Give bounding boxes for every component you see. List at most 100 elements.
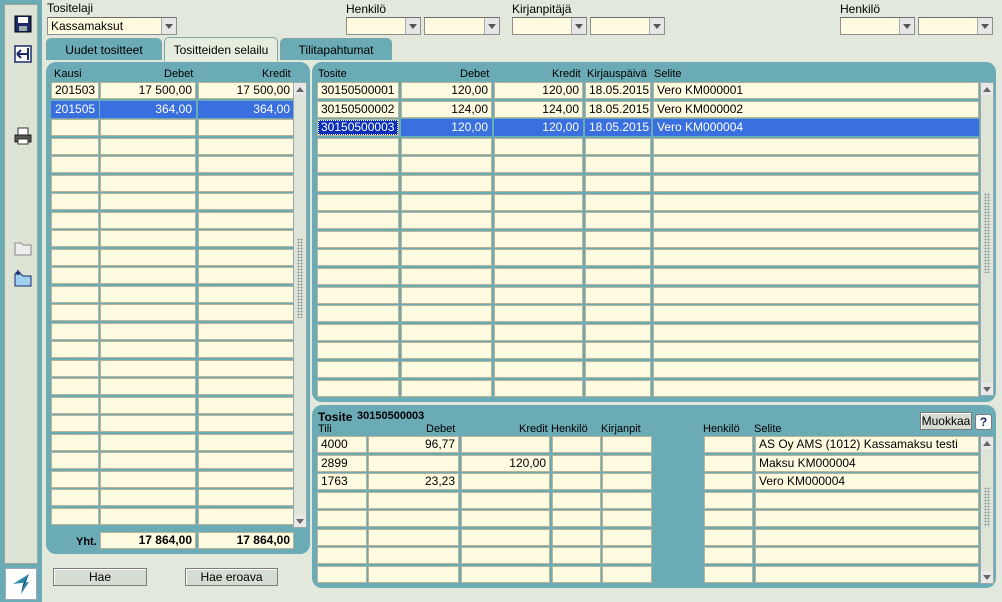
empty-cell[interactable] [100, 304, 196, 321]
empty-cell[interactable] [585, 379, 651, 397]
empty-cell[interactable] [317, 305, 399, 323]
empty-cell[interactable] [317, 286, 399, 304]
empty-cell[interactable] [401, 361, 492, 378]
empty-cell[interactable] [51, 396, 99, 414]
empty-cell[interactable] [585, 175, 651, 192]
table-cell[interactable]: 120,00 [494, 119, 583, 137]
empty-cell[interactable] [100, 452, 196, 469]
empty-cell[interactable] [585, 212, 651, 230]
empty-cell[interactable] [51, 322, 99, 340]
empty-cell[interactable] [704, 510, 753, 527]
empty-cell[interactable] [100, 507, 196, 525]
empty-cell[interactable] [51, 174, 99, 192]
table-cell[interactable]: 18.05.2015 [585, 82, 651, 99]
empty-cell[interactable] [198, 248, 294, 266]
empty-cell[interactable] [401, 379, 492, 397]
empty-cell[interactable] [51, 359, 99, 377]
empty-cell[interactable] [461, 547, 550, 564]
empty-cell[interactable] [198, 378, 294, 395]
empty-cell[interactable] [368, 491, 459, 509]
empty-cell[interactable] [100, 230, 196, 247]
henkilo-select-2[interactable] [424, 17, 500, 35]
henkilo2-select-2[interactable] [918, 17, 993, 35]
empty-cell[interactable] [198, 359, 294, 377]
empty-cell[interactable] [51, 211, 99, 229]
empty-cell[interactable] [585, 323, 651, 341]
kirjanpitaja-select-2[interactable] [590, 17, 665, 35]
empty-cell[interactable] [401, 286, 492, 304]
empty-cell[interactable] [198, 230, 294, 247]
empty-cell[interactable] [317, 342, 399, 360]
empty-cell[interactable] [100, 415, 196, 432]
table-cell[interactable]: 364,00 [100, 100, 196, 118]
empty-cell[interactable] [51, 452, 99, 469]
empty-cell[interactable] [51, 507, 99, 525]
empty-cell[interactable] [51, 248, 99, 266]
table-cell[interactable]: 1763 [317, 473, 367, 490]
empty-cell[interactable] [317, 323, 399, 341]
folder-icon[interactable] [12, 237, 34, 259]
empty-cell[interactable] [552, 491, 601, 509]
table-cell[interactable]: AS Oy AMS (1012) Kassamaksu testi [755, 436, 979, 453]
chevron-down-icon[interactable] [405, 18, 420, 34]
table-cell[interactable] [552, 473, 601, 490]
scroll-up-icon[interactable] [981, 83, 993, 95]
empty-cell[interactable] [198, 415, 294, 432]
table-cell[interactable]: 364,00 [198, 100, 294, 118]
empty-cell[interactable] [461, 510, 550, 527]
empty-cell[interactable] [461, 565, 550, 583]
empty-cell[interactable] [585, 268, 651, 285]
empty-cell[interactable] [755, 510, 979, 527]
muokkaa-button[interactable]: Muokkaa [920, 412, 972, 430]
exit-icon[interactable] [12, 43, 34, 65]
table-cell[interactable]: 120,00 [401, 82, 492, 99]
empty-cell[interactable] [198, 507, 294, 525]
empty-cell[interactable] [100, 396, 196, 414]
empty-cell[interactable] [198, 396, 294, 414]
henkilo-select-1[interactable] [346, 17, 421, 35]
empty-cell[interactable] [653, 342, 979, 360]
empty-cell[interactable] [198, 137, 294, 155]
empty-cell[interactable] [401, 305, 492, 323]
empty-cell[interactable] [602, 491, 652, 509]
empty-cell[interactable] [100, 433, 196, 451]
empty-cell[interactable] [317, 193, 399, 211]
table-cell[interactable] [461, 436, 550, 453]
empty-cell[interactable] [317, 156, 399, 174]
table-cell[interactable]: 30150500001 [317, 82, 399, 99]
empty-cell[interactable] [317, 175, 399, 192]
empty-cell[interactable] [198, 304, 294, 321]
empty-cell[interactable] [317, 137, 399, 155]
empty-cell[interactable] [704, 547, 753, 564]
empty-cell[interactable] [755, 565, 979, 583]
empty-cell[interactable] [317, 379, 399, 397]
empty-cell[interactable] [51, 433, 99, 451]
empty-cell[interactable] [51, 267, 99, 284]
table-cell[interactable] [552, 454, 601, 472]
empty-cell[interactable] [198, 211, 294, 229]
hae-eroava-button[interactable]: Hae eroava [185, 568, 278, 586]
empty-cell[interactable] [494, 230, 583, 248]
table-cell[interactable]: Vero KM000004 [653, 119, 979, 137]
empty-cell[interactable] [755, 547, 979, 564]
empty-cell[interactable] [494, 156, 583, 174]
empty-cell[interactable] [494, 342, 583, 360]
scroll-grip[interactable] [984, 487, 990, 527]
chevron-down-icon[interactable] [571, 18, 586, 34]
empty-cell[interactable] [653, 212, 979, 230]
empty-cell[interactable] [461, 491, 550, 509]
empty-cell[interactable] [100, 137, 196, 155]
empty-cell[interactable] [198, 322, 294, 340]
tositelaji-select[interactable]: Kassamaksut [47, 17, 177, 35]
empty-cell[interactable] [51, 415, 99, 432]
empty-cell[interactable] [653, 379, 979, 397]
empty-cell[interactable] [317, 565, 367, 583]
empty-cell[interactable] [100, 174, 196, 192]
empty-cell[interactable] [494, 286, 583, 304]
empty-cell[interactable] [552, 547, 601, 564]
empty-cell[interactable] [51, 470, 99, 488]
empty-cell[interactable] [585, 193, 651, 211]
empty-cell[interactable] [198, 156, 294, 173]
table-cell[interactable]: 4000 [317, 436, 367, 453]
table-cell[interactable] [602, 436, 652, 453]
